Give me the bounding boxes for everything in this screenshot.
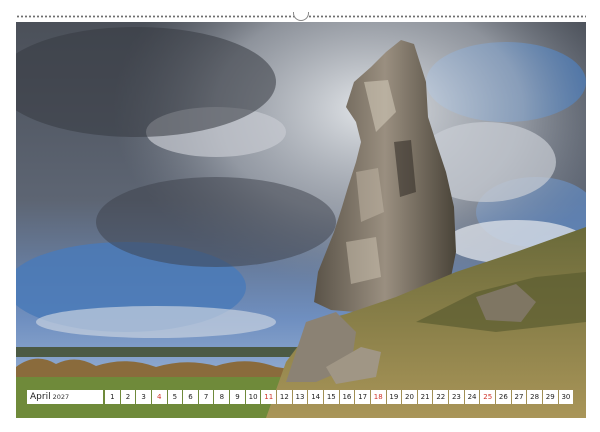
calendar-day: 27 [511, 390, 527, 404]
calendar-day: 26 [496, 390, 511, 404]
calendar-day: 25 [480, 390, 496, 404]
calendar-day: 11 [261, 390, 277, 404]
year-label: 2027 [52, 393, 70, 401]
calendar-month-label: April 2027 [27, 390, 103, 404]
month-name: April [30, 392, 51, 402]
calendar-day: 4 [151, 390, 167, 404]
calendar-day: 21 [417, 390, 433, 404]
spiral-binding [16, 12, 586, 22]
hanger-hook [293, 12, 309, 21]
calendar-day: 5 [167, 390, 183, 404]
calendar-day: 3 [136, 390, 151, 404]
calendar-day: 9 [230, 390, 245, 404]
calendar-day: 15 [323, 390, 339, 404]
calendar-day: 1 [105, 390, 120, 404]
landscape-photo [16, 22, 586, 418]
rock-formation-landscape [16, 22, 586, 418]
calendar-day: 19 [386, 390, 402, 404]
calendar-day: 22 [433, 390, 449, 404]
calendar-day: 7 [198, 390, 214, 404]
calendar-day: 12 [277, 390, 292, 404]
calendar-days: 1 2 3 4 5 6 7 8 9 10 11 12 13 14 15 16 17 18 19 20 21 22 23 24 2… [105, 390, 574, 404]
calendar-day: 20 [402, 390, 417, 404]
calendar-day: 10 [245, 390, 261, 404]
calendar-day: 29 [542, 390, 558, 404]
calendar-day: 17 [355, 390, 370, 404]
calendar-day: 8 [214, 390, 230, 404]
calendar-day: 28 [527, 390, 542, 404]
calendar-strip: April 2027 1 2 3 4 5 6 7 8 9 10 11 12 13 14 15 16 17 18 19 2… [27, 390, 574, 404]
calendar-day: 13 [292, 390, 308, 404]
calendar-day: 24 [464, 390, 480, 404]
calendar-day: 30 [558, 390, 574, 404]
calendar-day: 18 [370, 390, 386, 404]
calendar-day: 16 [339, 390, 355, 404]
calendar-day: 23 [449, 390, 464, 404]
calendar-day: 2 [120, 390, 136, 404]
calendar-day: 14 [308, 390, 323, 404]
calendar-day: 6 [183, 390, 198, 404]
